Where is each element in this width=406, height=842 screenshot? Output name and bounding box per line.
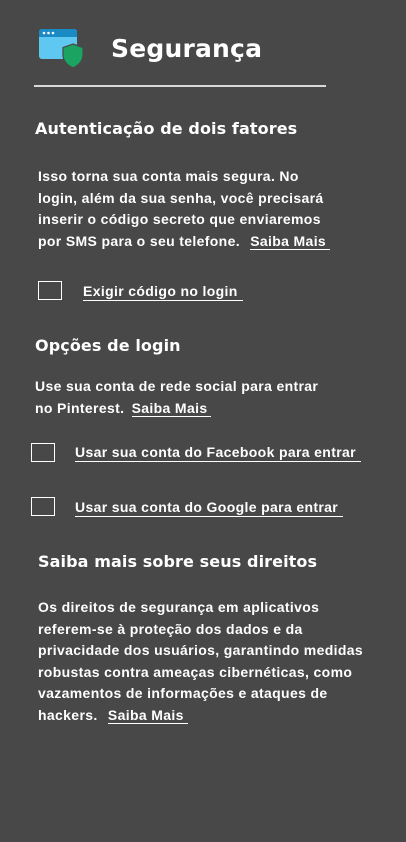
require-code-checkbox[interactable] (38, 281, 62, 300)
rights-heading: Saiba mais sobre seus direitos (38, 552, 318, 571)
rights-description-line: Os direitos de segurança em aplicativos (38, 599, 320, 615)
two-factor-description: Isso torna sua conta mais segura. No log… (38, 166, 378, 252)
login-options-heading: Opções de login (35, 336, 181, 355)
require-code-label[interactable]: Exigir código no login (83, 283, 243, 301)
rights-description: Os direitos de segurança em aplicativos … (38, 597, 388, 726)
login-options-description-line: Use sua conta de rede social para entrar (35, 378, 319, 394)
rights-description-line: vazamentos de informações e ataques de (38, 685, 328, 701)
rights-learn-more-link[interactable]: Saiba Mais (107, 706, 188, 724)
rights-description-line: robustas contra ameaças cibernéticas, co… (38, 663, 353, 680)
two-factor-learn-more-link[interactable]: Saiba Mais (250, 232, 331, 250)
facebook-login-label[interactable]: Usar sua conta do Facebook para entrar (75, 444, 361, 462)
rights-description-line: privacidade dos usuários, garantindo med… (38, 642, 364, 658)
login-options-description: Use sua conta de rede social para entrar… (35, 376, 375, 419)
facebook-login-checkbox[interactable] (31, 443, 55, 462)
browser-shield-icon (38, 28, 86, 70)
two-factor-description-text: por SMS para o seu telefone. (38, 232, 240, 249)
two-factor-heading: Autenticação de dois fatores (35, 119, 298, 138)
login-options-learn-more-link[interactable]: Saiba Mais (131, 399, 212, 417)
rights-description-line: hackers. Saiba Mais (38, 705, 388, 727)
two-factor-description-line: login, além da sua senha, você precisará (38, 189, 324, 206)
rights-description-line: referem-se à proteção dos dados e da (38, 620, 303, 637)
two-factor-description-line: por SMS para o seu telefone. Saiba Mais (38, 231, 378, 253)
rights-description-text: hackers. (38, 706, 98, 723)
two-factor-description-line: Isso torna sua conta mais segura. No (38, 168, 299, 184)
google-login-label[interactable]: Usar sua conta do Google para entrar (75, 499, 344, 517)
google-login-checkbox[interactable] (31, 497, 55, 516)
page-title: Segurança (111, 34, 263, 63)
login-options-description-line: no Pinterest. Saiba Mais (35, 398, 375, 420)
two-factor-description-line: inserir o código secreto que enviaremos (38, 211, 321, 227)
title-divider (34, 85, 326, 87)
login-options-description-text: no Pinterest. (35, 399, 125, 416)
